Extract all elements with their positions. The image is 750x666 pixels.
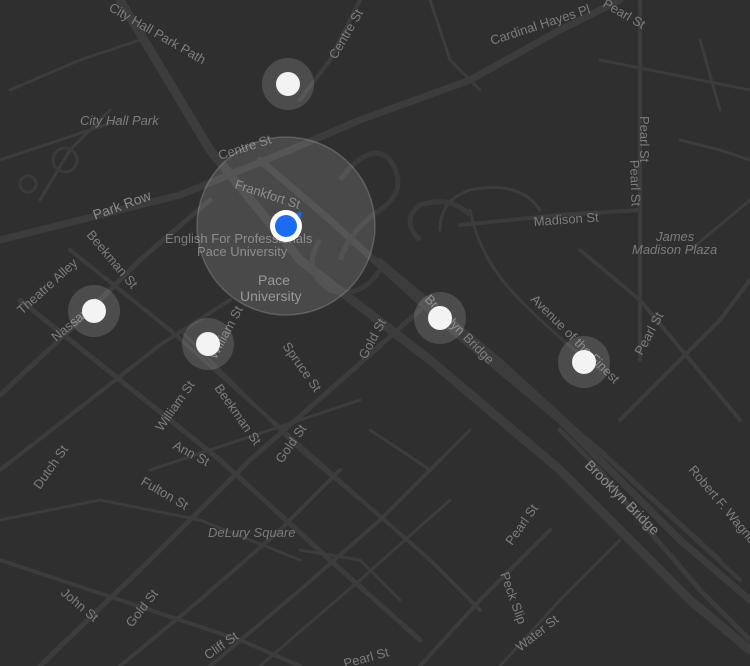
map-view[interactable]: City Hall Park Path Centre St Cardinal H… bbox=[0, 0, 750, 666]
marker-pin[interactable] bbox=[68, 285, 120, 337]
square-label: DeLury Square bbox=[208, 525, 295, 540]
street-label: Pearl St bbox=[627, 160, 644, 207]
plaza-label: Madison Plaza bbox=[632, 242, 717, 257]
map-canvas[interactable]: City Hall Park Path Centre St Cardinal H… bbox=[0, 0, 750, 666]
marker-pin[interactable] bbox=[558, 336, 610, 388]
location-dot-icon[interactable] bbox=[275, 215, 297, 237]
park-label: City Hall Park bbox=[80, 113, 160, 128]
marker-pin[interactable] bbox=[182, 318, 234, 370]
street-label: Pearl St bbox=[637, 116, 652, 163]
current-location[interactable] bbox=[196, 136, 376, 316]
marker-pin[interactable] bbox=[262, 58, 314, 110]
marker-pin[interactable] bbox=[414, 292, 466, 344]
